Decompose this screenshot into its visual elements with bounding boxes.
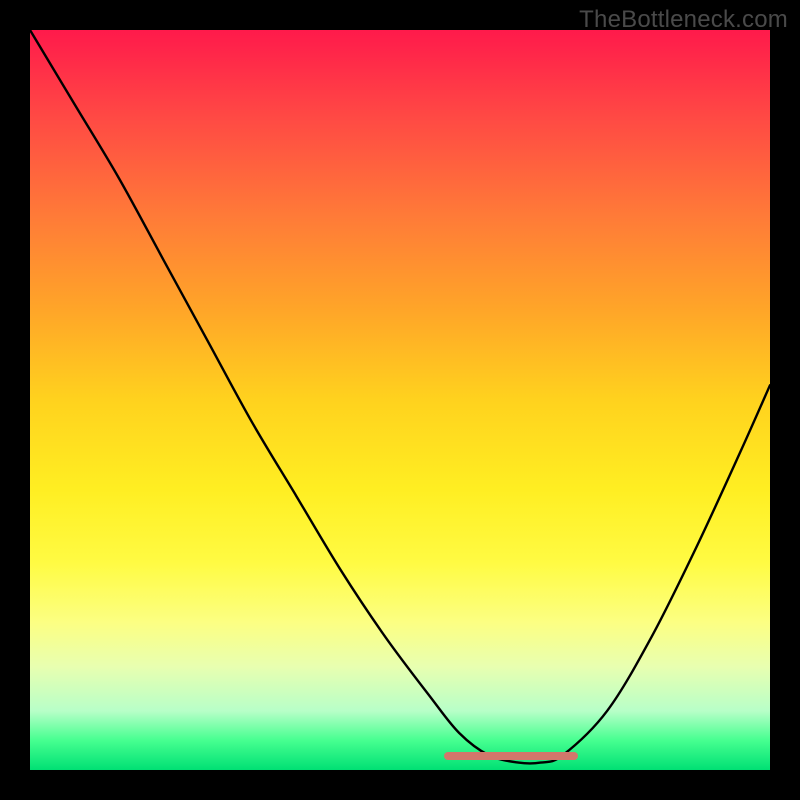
- bottleneck-curve: [30, 30, 770, 770]
- curve-path: [30, 30, 770, 764]
- chart-container: TheBottleneck.com: [0, 0, 800, 800]
- optimal-range-bar: [444, 752, 577, 760]
- plot-area: [30, 30, 770, 770]
